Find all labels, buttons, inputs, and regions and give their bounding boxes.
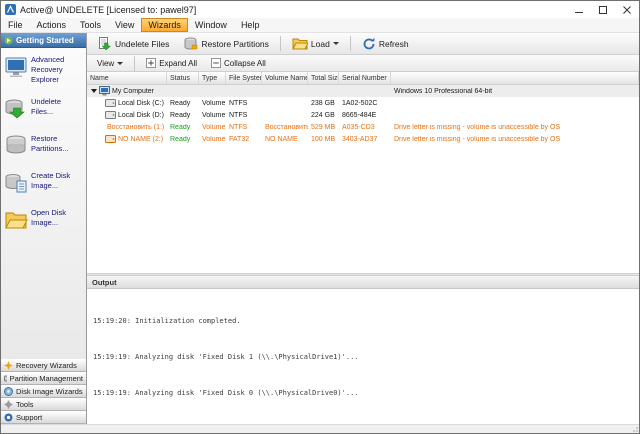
title-bar[interactable]: Active@ UNDELETE [Licensed to: pawel97] — [1, 1, 639, 18]
tree-expander-icon[interactable] — [91, 89, 97, 93]
output-title: Output — [92, 278, 117, 287]
main-area: Undelete Files Restore Partitions Load R… — [87, 33, 639, 424]
menu-item-help[interactable]: Help — [234, 18, 267, 32]
volumes-table: Name Status Type File System Volume Name… — [87, 72, 639, 273]
sidebar-item-create-disk-image[interactable]: Create Disk Image... — [3, 169, 84, 197]
expand-all-button[interactable]: Expand All — [140, 56, 203, 70]
sidebar-section-partition-management[interactable]: Partition Management — [1, 372, 86, 385]
menu-item-tools[interactable]: Tools — [73, 18, 108, 32]
sidebar-item-open-disk-image[interactable]: Open Disk Image... — [3, 206, 84, 234]
app-window: Active@ UNDELETE [Licensed to: pawel97] … — [0, 0, 640, 434]
column-header-status[interactable]: Status — [167, 72, 199, 84]
expand-all-icon — [146, 58, 156, 68]
resize-grip[interactable] — [630, 424, 639, 433]
sidebar-section-tools[interactable]: Tools — [1, 398, 86, 411]
viewbar-separator — [134, 56, 135, 71]
recovery-wizards-icon — [4, 361, 13, 370]
sidebar-item-advanced-recovery-explorer[interactable]: Advanced Recovery Explorer — [3, 53, 84, 86]
column-header-type[interactable]: Type — [199, 72, 226, 84]
sidebar-section-recovery-wizards[interactable]: Recovery Wizards — [1, 359, 86, 372]
sidebar-header-getting-started[interactable]: Getting Started — [1, 33, 86, 48]
column-header-serial-number[interactable]: Serial Number — [339, 72, 391, 84]
view-button[interactable]: View — [91, 57, 129, 70]
undelete-files-icon — [97, 36, 112, 51]
column-header-total-size[interactable]: Total Size — [308, 72, 339, 84]
go-arrow-icon — [4, 36, 13, 45]
sidebar-section-support[interactable]: Support — [1, 411, 86, 424]
table-empty-space — [87, 145, 639, 273]
main-toolbar: Undelete Files Restore Partitions Load R… — [87, 33, 639, 55]
toolbar-separator — [280, 36, 281, 51]
menu-item-wizards[interactable]: Wizards — [141, 18, 188, 32]
toolbar-separator — [350, 36, 351, 51]
menu-item-view[interactable]: View — [108, 18, 141, 32]
log-line: 15:19:19: Analyzing disk 'Fixed Disk 0 (… — [93, 387, 639, 399]
restore-partitions-button[interactable]: Restore Partitions — [177, 33, 275, 54]
sidebar-bottom-sections: Recovery Wizards Partition Management Di… — [1, 359, 86, 424]
column-header-volume-name[interactable]: Volume Name — [262, 72, 308, 84]
sidebar-section-disk-image-wizards[interactable]: Disk Image Wizards — [1, 385, 86, 398]
column-header-file-system[interactable]: File System — [226, 72, 262, 84]
table-row[interactable]: NO NAME (2:) Ready Volume FAT32 NO NAME … — [87, 133, 639, 145]
close-icon — [623, 6, 631, 14]
undelete-files-button[interactable]: Undelete Files — [91, 33, 175, 54]
window-title: Active@ UNDELETE [Licensed to: pawel97] — [20, 5, 563, 15]
sidebar-items: Advanced Recovery Explorer Undelete File… — [1, 48, 86, 359]
undelete-files-icon — [4, 97, 28, 121]
recovery-explorer-icon — [4, 55, 28, 79]
table-row[interactable]: Восстановить (1:) Ready Volume NTFS Восс… — [87, 121, 639, 133]
load-folder-icon — [292, 37, 308, 50]
table-header: Name Status Type File System Volume Name… — [87, 72, 639, 85]
app-icon — [5, 4, 16, 15]
minimize-button[interactable] — [567, 1, 591, 18]
refresh-icon — [362, 37, 376, 51]
chevron-down-icon — [333, 42, 339, 45]
menu-bar: File Actions Tools View Wizards Window H… — [1, 18, 639, 33]
create-disk-image-icon — [4, 171, 28, 195]
output-log: 15:19:20: Initialization completed. 15:1… — [87, 289, 639, 424]
menu-item-window[interactable]: Window — [188, 18, 234, 32]
drive-warning-icon — [105, 135, 116, 143]
column-header-description — [391, 72, 639, 84]
drive-icon — [105, 99, 116, 107]
computer-icon — [99, 86, 110, 96]
support-icon — [4, 413, 13, 422]
maximize-button[interactable] — [591, 1, 615, 18]
sidebar: Getting Started Advanced Recovery Explor… — [1, 33, 87, 424]
output-header[interactable]: Output — [87, 276, 639, 289]
close-button[interactable] — [615, 1, 639, 18]
view-toolbar: View Expand All Collapse All — [87, 55, 639, 72]
refresh-button[interactable]: Refresh — [356, 34, 415, 54]
window-controls — [567, 1, 639, 18]
partition-management-icon — [4, 374, 7, 383]
open-disk-image-icon — [4, 208, 28, 232]
drive-icon — [105, 111, 116, 119]
sidebar-item-undelete-files[interactable]: Undelete Files... — [3, 95, 84, 123]
output-panel: Output 15:19:20: Initialization complete… — [87, 276, 639, 424]
log-line: 15:19:19: Analyzing disk 'Fixed Disk 1 (… — [93, 351, 639, 363]
menu-item-file[interactable]: File — [1, 18, 30, 32]
sidebar-item-restore-partitions[interactable]: Restore Partitions... — [3, 132, 84, 160]
log-line: 15:19:20: Initialization completed. — [93, 315, 639, 327]
maximize-icon — [599, 6, 607, 14]
restore-partitions-icon — [4, 134, 28, 158]
column-header-name[interactable]: Name — [87, 72, 167, 84]
status-bar — [1, 424, 639, 433]
load-button[interactable]: Load — [286, 34, 345, 53]
table-row[interactable]: Local Disk (D:) Ready Volume NTFS 224 GB… — [87, 109, 639, 121]
disk-image-wizards-icon — [4, 387, 13, 396]
collapse-all-icon — [211, 58, 221, 68]
table-row[interactable]: Local Disk (C:) Ready Volume NTFS 238 GB… — [87, 97, 639, 109]
chevron-down-icon — [117, 62, 123, 65]
collapse-all-button[interactable]: Collapse All — [205, 56, 272, 70]
window-body: Getting Started Advanced Recovery Explor… — [1, 33, 639, 424]
minimize-icon — [575, 6, 583, 14]
menu-item-actions[interactable]: Actions — [30, 18, 74, 32]
restore-partitions-icon — [183, 36, 198, 51]
table-row[interactable]: My Computer Windows 10 Professional 64-b… — [87, 85, 639, 97]
tools-icon — [4, 400, 13, 409]
